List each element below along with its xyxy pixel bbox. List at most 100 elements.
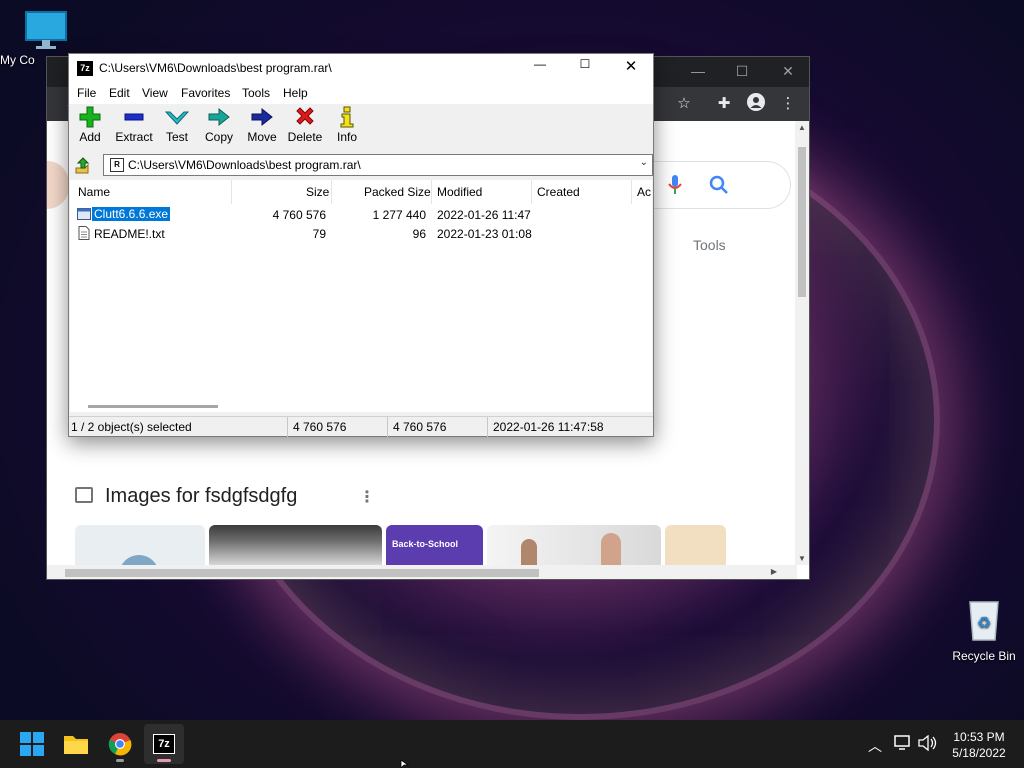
minimize-button[interactable]: —: [517, 57, 563, 79]
more-options-icon[interactable]: ⋮: [359, 487, 375, 507]
close-button[interactable]: ✕: [608, 57, 654, 79]
scroll-down-icon[interactable]: ▼: [798, 554, 806, 563]
extract-button[interactable]: Extract: [113, 106, 155, 144]
extensions-icon[interactable]: ✚: [713, 93, 735, 115]
svg-text:♻: ♻: [977, 613, 991, 632]
desktop-icon-recycle-bin[interactable]: ♻ Recycle Bin: [946, 598, 1022, 663]
move-label: Move: [247, 130, 277, 144]
menu-edit[interactable]: Edit: [109, 86, 130, 100]
scrollbar-thumb[interactable]: [798, 147, 806, 297]
taskbar-chrome[interactable]: [100, 724, 140, 764]
mic-icon[interactable]: [668, 175, 682, 195]
menu-favorites[interactable]: Favorites: [181, 86, 230, 100]
up-folder-icon[interactable]: [73, 156, 93, 176]
add-icon: [79, 106, 101, 128]
delete-icon: [296, 107, 314, 125]
tools-link[interactable]: Tools: [693, 237, 726, 253]
chrome-minimize-button[interactable]: —: [683, 63, 713, 79]
table-row[interactable]: Clutt6.6.6.exe 4 760 576 1 277 440 2022-…: [70, 205, 652, 224]
scroll-right-icon[interactable]: ▶: [771, 567, 777, 576]
menu-tools[interactable]: Tools: [242, 86, 270, 100]
menu-view[interactable]: View: [142, 86, 168, 100]
copy-label: Copy: [204, 130, 233, 144]
column-header-attributes[interactable]: Ac: [637, 185, 651, 199]
delete-label: Delete: [287, 130, 323, 144]
status-size: 4 760 576: [293, 420, 347, 434]
add-button[interactable]: Add: [77, 106, 103, 144]
text-file-icon: [78, 226, 90, 240]
search-icon[interactable]: [709, 175, 729, 195]
network-icon[interactable]: [894, 735, 912, 751]
file-packed-size: 96: [412, 227, 426, 241]
chrome-menu-icon[interactable]: ⋮: [777, 93, 799, 115]
taskbar-file-explorer[interactable]: [56, 724, 96, 764]
test-button[interactable]: Test: [163, 106, 191, 144]
image-thumbnail[interactable]: [665, 525, 726, 565]
chrome-maximize-button[interactable]: ☐: [727, 63, 757, 80]
info-button[interactable]: Info: [335, 106, 359, 144]
recycle-bin-icon: ♻: [969, 601, 999, 641]
menu-help[interactable]: Help: [283, 86, 308, 100]
mouse-cursor-icon: [400, 760, 410, 768]
file-modified: 2022-01-23 01:08: [437, 227, 532, 241]
toolbar: Add Extract Test Copy Move Delete Info: [69, 104, 653, 152]
scrollbar-thumb[interactable]: [88, 405, 218, 408]
image-thumbnail[interactable]: [209, 525, 382, 565]
address-bar[interactable]: R C:\Users\VM6\Downloads\best program.ra…: [103, 154, 653, 176]
taskbar-7zip[interactable]: 7z: [144, 724, 184, 764]
system-clock[interactable]: 10:53 PM 5/18/2022: [944, 729, 1014, 761]
column-header-packed-size[interactable]: Packed Size: [364, 185, 431, 199]
running-indicator: [116, 759, 124, 762]
bookmark-star-icon[interactable]: ☆: [673, 93, 695, 115]
maximize-button[interactable]: ☐: [562, 57, 608, 79]
move-button[interactable]: Move: [245, 106, 279, 144]
scroll-up-icon[interactable]: ▲: [798, 123, 806, 132]
copy-button[interactable]: Copy: [203, 106, 235, 144]
add-label: Add: [79, 130, 101, 144]
file-name: Clutt6.6.6.exe: [90, 206, 172, 222]
column-header-size[interactable]: Size: [306, 185, 329, 199]
menu-bar: File Edit View Favorites Tools Help: [69, 83, 653, 104]
taskbar: 7z ︿: [0, 720, 1024, 768]
file-size: 4 760 576: [272, 208, 326, 222]
table-row[interactable]: README!.txt 79 96 2022-01-23 01:08: [70, 224, 652, 243]
chevron-down-icon[interactable]: ⌄: [640, 157, 648, 168]
info-label: Info: [336, 130, 357, 144]
menu-file[interactable]: File: [77, 86, 96, 100]
exe-file-icon: [77, 208, 91, 220]
column-header-name[interactable]: Name: [78, 185, 110, 199]
clock-date: 5/18/2022: [952, 746, 1006, 760]
image-thumbnail[interactable]: [487, 525, 661, 565]
test-label: Test: [165, 130, 188, 144]
chrome-icon: [108, 733, 132, 756]
delete-button[interactable]: Delete: [287, 106, 323, 144]
show-hidden-icons-chevron-up-icon[interactable]: ︿: [868, 736, 882, 756]
profile-icon[interactable]: [745, 93, 767, 115]
list-header: Name Size Packed Size Modified Created A…: [70, 180, 652, 204]
clock-time: 10:53 PM: [953, 730, 1005, 744]
start-button[interactable]: [12, 724, 52, 764]
chrome-vertical-scrollbar[interactable]: ▲ ▼: [795, 121, 809, 565]
7zip-window: 7z C:\Users\VM6\Downloads\best program.r…: [68, 53, 654, 437]
window-title: C:\Users\VM6\Downloads\best program.rar\: [99, 61, 332, 75]
image-thumbnail[interactable]: Back-to-School: [386, 525, 483, 565]
7zip-app-icon: 7z: [77, 61, 93, 76]
file-modified: 2022-01-26 11:47: [437, 208, 531, 222]
move-icon: [251, 107, 273, 127]
chrome-close-button[interactable]: ✕: [773, 63, 803, 80]
image-icon: [75, 487, 93, 503]
running-indicator: [157, 759, 171, 762]
start-icon: [20, 732, 44, 756]
scrollbar-thumb[interactable]: [65, 569, 539, 577]
list-horizontal-scrollbar[interactable]: [70, 402, 652, 412]
status-bar: 1 / 2 object(s) selected 4 760 576 4 760…: [69, 416, 653, 437]
images-heading: Images for fsdgfsdgfg: [75, 485, 297, 508]
copy-icon: [208, 107, 230, 127]
desktop-icon-my-computer[interactable]: My Co: [0, 10, 67, 67]
column-header-modified[interactable]: Modified: [437, 185, 482, 199]
volume-icon[interactable]: [918, 735, 938, 751]
chrome-horizontal-scrollbar[interactable]: ▶: [47, 565, 797, 579]
file-packed-size: 1 277 440: [372, 208, 426, 222]
image-thumbnail[interactable]: [75, 525, 205, 565]
column-header-created[interactable]: Created: [537, 185, 580, 199]
